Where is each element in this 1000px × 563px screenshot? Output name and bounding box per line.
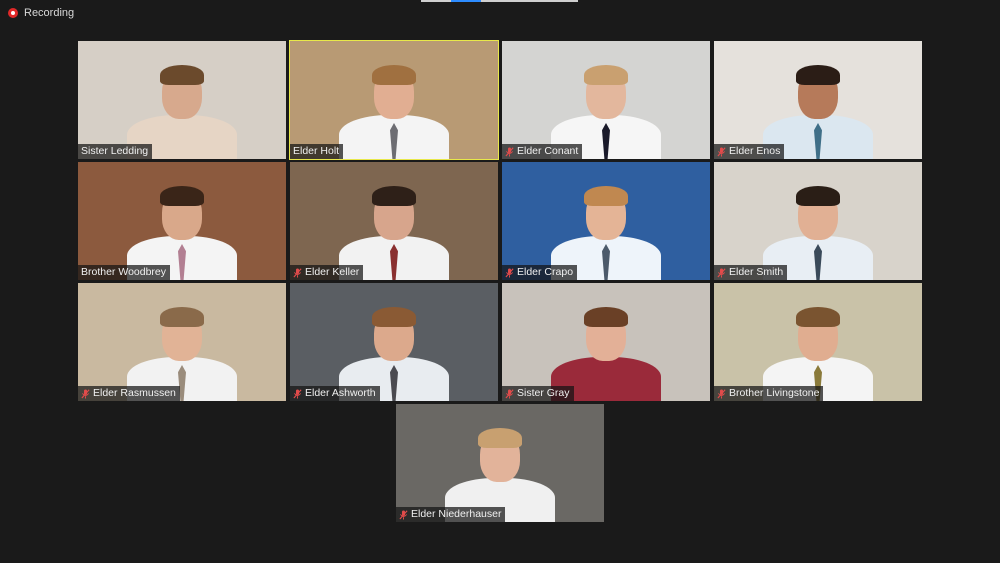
video-tile[interactable]: Elder Smith: [714, 162, 922, 280]
participant-name: Elder Rasmussen: [93, 387, 176, 399]
participant-name: Elder Conant: [517, 145, 579, 157]
mic-muted-icon: [399, 509, 408, 520]
participant-name: Sister Gray: [517, 387, 570, 399]
mic-muted-icon: [293, 388, 302, 399]
mic-muted-icon: [717, 388, 726, 399]
video-tile[interactable]: Elder Enos: [714, 41, 922, 159]
video-tile[interactable]: Elder Keller: [290, 162, 498, 280]
recording-label: Recording: [24, 7, 75, 19]
participant-name: Elder Enos: [729, 145, 781, 157]
video-tile[interactable]: Elder Niederhauser: [396, 404, 604, 522]
participant-name-tag: Elder Rasmussen: [78, 386, 180, 401]
video-tile[interactable]: Elder Rasmussen: [78, 283, 286, 401]
participant-name-tag: Sister Ledding: [78, 144, 153, 159]
participant-name-tag: Brother Livingstone: [714, 386, 824, 401]
participant-name: Elder Ashworth: [305, 387, 376, 399]
record-icon: [8, 8, 18, 18]
video-tile[interactable]: Elder Ashworth: [290, 283, 498, 401]
participant-name: Elder Crapo: [517, 266, 574, 278]
participant-name-tag: Elder Ashworth: [290, 386, 380, 401]
participant-name: Elder Keller: [305, 266, 360, 278]
mic-muted-icon: [505, 267, 514, 278]
participant-name-tag: Sister Gray: [502, 386, 574, 401]
participant-name: Elder Smith: [729, 266, 784, 278]
mic-muted-icon: [81, 388, 90, 399]
video-tile[interactable]: Brother Woodbrey: [78, 162, 286, 280]
participant-name-tag: Elder Conant: [502, 144, 583, 159]
video-tile[interactable]: Brother Livingstone: [714, 283, 922, 401]
mic-muted-icon: [717, 267, 726, 278]
participant-name: Brother Livingstone: [729, 387, 820, 399]
participant-name: Elder Niederhauser: [411, 508, 502, 520]
participant-name-tag: Brother Woodbrey: [78, 265, 171, 280]
video-tile[interactable]: Sister Ledding: [78, 41, 286, 159]
video-tile[interactable]: Elder Crapo: [502, 162, 710, 280]
video-tile[interactable]: Elder Holt: [289, 40, 499, 160]
video-tile[interactable]: Sister Gray: [502, 283, 710, 401]
participant-name: Sister Ledding: [81, 145, 149, 157]
participant-name-tag: Elder Holt: [290, 144, 344, 159]
mic-muted-icon: [505, 388, 514, 399]
top-screen-share-indicator: [421, 0, 578, 2]
participant-name-tag: Elder Enos: [714, 144, 785, 159]
participant-name-tag: Elder Niederhauser: [396, 507, 506, 522]
participant-name: Brother Woodbrey: [81, 266, 167, 278]
participant-name-tag: Elder Crapo: [502, 265, 578, 280]
recording-indicator: Recording: [8, 7, 74, 19]
video-tile[interactable]: Elder Conant: [502, 41, 710, 159]
participant-name-tag: Elder Smith: [714, 265, 788, 280]
participant-name-tag: Elder Keller: [290, 265, 364, 280]
mic-muted-icon: [293, 267, 302, 278]
mic-muted-icon: [717, 146, 726, 157]
participant-video: [339, 65, 449, 159]
mic-muted-icon: [505, 146, 514, 157]
participant-name: Elder Holt: [293, 145, 340, 157]
